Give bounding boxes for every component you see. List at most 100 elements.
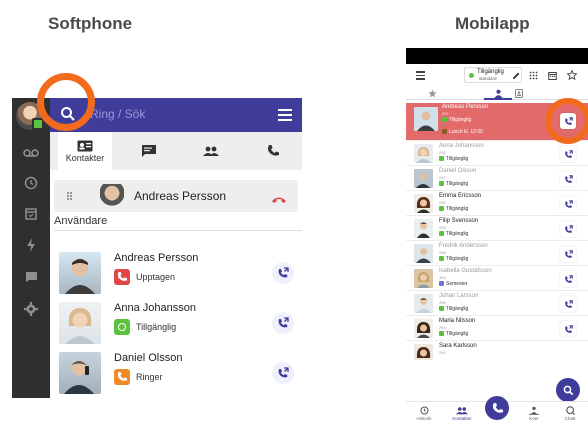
voicemail-icon[interactable] (22, 144, 40, 162)
call-button[interactable] (560, 246, 576, 262)
tab-contacts[interactable]: Kontakter (58, 132, 112, 170)
nav-contacts-label: Kontakter (452, 416, 472, 421)
hangup-icon[interactable] (272, 191, 286, 203)
contact-row[interactable]: Emma Ericsson 295 Tillgänglig (406, 192, 588, 216)
contact-status: Tillgänglig (446, 155, 469, 162)
call-button[interactable] (560, 146, 576, 162)
nav-queues[interactable]: Köer (518, 406, 550, 429)
menu-icon[interactable] (416, 71, 425, 80)
nav-chat[interactable]: Chatt (554, 406, 586, 429)
call-button[interactable] (272, 362, 294, 384)
flash-icon[interactable] (22, 236, 40, 254)
user-row[interactable]: Daniel Olsson Ringer (54, 348, 302, 398)
available-icon (114, 319, 130, 335)
contact-extension: 295 (439, 200, 446, 205)
history-icon[interactable] (22, 174, 40, 192)
search-button[interactable] (556, 378, 580, 402)
user-status: Tillgänglig (136, 322, 177, 332)
contact-name: Fredrik Andersson (439, 243, 488, 249)
settings-icon[interactable] (22, 300, 40, 318)
phonebook-tab-icon[interactable] (510, 87, 528, 99)
contact-status: Tillgänglig (449, 116, 472, 123)
nav-contacts[interactable]: Kontakter (446, 406, 478, 429)
call-button[interactable] (560, 196, 576, 212)
contact-photo (414, 194, 433, 213)
highlight-circle (545, 98, 588, 144)
message-icon[interactable] (22, 268, 40, 286)
contact-name: Filip Svensson (439, 218, 479, 224)
tab-chat[interactable] (122, 132, 176, 170)
search-input[interactable]: Ring / Sök (90, 107, 145, 121)
contact-name: Maria Nilsson (439, 318, 476, 324)
mobileapp-heading: Mobilapp (455, 14, 530, 33)
active-call-bar[interactable]: Andreas Persson (54, 180, 298, 212)
chat-icon (565, 406, 575, 415)
chat-icon (142, 145, 156, 157)
contact-extra: Lunch kl. 12:00 (449, 128, 483, 135)
call-button[interactable] (560, 221, 576, 237)
contact-row[interactable]: Daniel Olsson 297 Tillgänglig (406, 167, 588, 191)
dial-button[interactable] (485, 396, 509, 420)
active-tab-indicator (484, 98, 512, 100)
tab-phone[interactable] (246, 132, 300, 170)
contact-extension: 299 (439, 225, 446, 230)
star-icon[interactable] (566, 69, 578, 81)
dialpad-icon[interactable] (66, 190, 76, 202)
contact-status: Tillgänglig (446, 305, 469, 312)
calendar-icon[interactable] (22, 204, 40, 222)
contact-photo (414, 244, 433, 263)
available-icon (439, 306, 444, 311)
contact-row[interactable]: Fredrik Andersson 298 Tillgänglig (406, 242, 588, 266)
contact-name: Emma Ericsson (439, 193, 482, 199)
user-status: Ringer (136, 372, 163, 382)
user-row[interactable]: Anna Johansson Tillgänglig (54, 298, 302, 348)
contact-status: Tillgänglig (446, 255, 469, 262)
call-button[interactable] (560, 296, 576, 312)
contact-name: Daniel Olsson (439, 168, 477, 174)
favorites-tab-icon[interactable] (423, 87, 441, 99)
contact-extension: 293 (439, 350, 446, 355)
call-button[interactable] (560, 271, 576, 287)
contact-photo (414, 319, 433, 338)
contact-photo (414, 144, 433, 163)
user-name: Andreas Persson (114, 252, 199, 264)
call-button[interactable] (272, 312, 294, 334)
group-icon (203, 146, 219, 156)
queue-icon (529, 406, 539, 415)
mobile-toolbar: Tillgänglig standard (406, 64, 588, 86)
contact-extension: 294 (439, 325, 446, 330)
phone-icon (268, 145, 279, 156)
edit-icon[interactable] (510, 69, 522, 81)
calendar-icon[interactable] (546, 69, 558, 81)
dialpad-icon[interactable] (527, 69, 539, 81)
contacts-icon (77, 140, 93, 151)
contact-status: Tillgänglig (446, 230, 469, 237)
available-icon (439, 181, 444, 186)
available-icon (439, 331, 444, 336)
call-button[interactable] (560, 321, 576, 337)
contact-row[interactable]: Johan Larsson 296 Tillgänglig (406, 292, 588, 316)
softphone-tabs: Kontakter (50, 132, 302, 170)
user-photo (59, 352, 101, 394)
contact-row[interactable]: Filip Svensson 299 Tillgänglig (406, 217, 588, 241)
contact-row[interactable]: Sara Karlsson 293 (406, 342, 588, 362)
call-button[interactable] (272, 262, 294, 284)
contact-status: Semester (446, 280, 468, 287)
available-icon (439, 231, 444, 236)
available-icon (469, 73, 474, 78)
contact-row[interactable]: Maria Nilsson 294 Tillgänglig (406, 317, 588, 341)
section-divider (54, 230, 302, 231)
nav-history[interactable]: Historik (408, 406, 440, 429)
menu-icon[interactable] (278, 109, 292, 121)
contact-row[interactable]: Anna Johansson 292 Tillgänglig (406, 142, 588, 166)
contact-row[interactable]: Isabella Gustafsson 300 Semester (406, 267, 588, 291)
call-button[interactable] (560, 171, 576, 187)
contact-status: Tillgänglig (446, 330, 469, 337)
phone-busy-icon (114, 269, 130, 285)
nav-history-label: Historik (416, 416, 432, 421)
user-row[interactable]: Andreas Persson Upptagen (54, 248, 302, 298)
contact-name: Andreas Persson (442, 104, 489, 110)
available-icon (442, 117, 447, 122)
page: Softphone Mobilapp Ring / Sök Kontakter … (0, 0, 588, 429)
tab-groups[interactable] (184, 132, 238, 170)
